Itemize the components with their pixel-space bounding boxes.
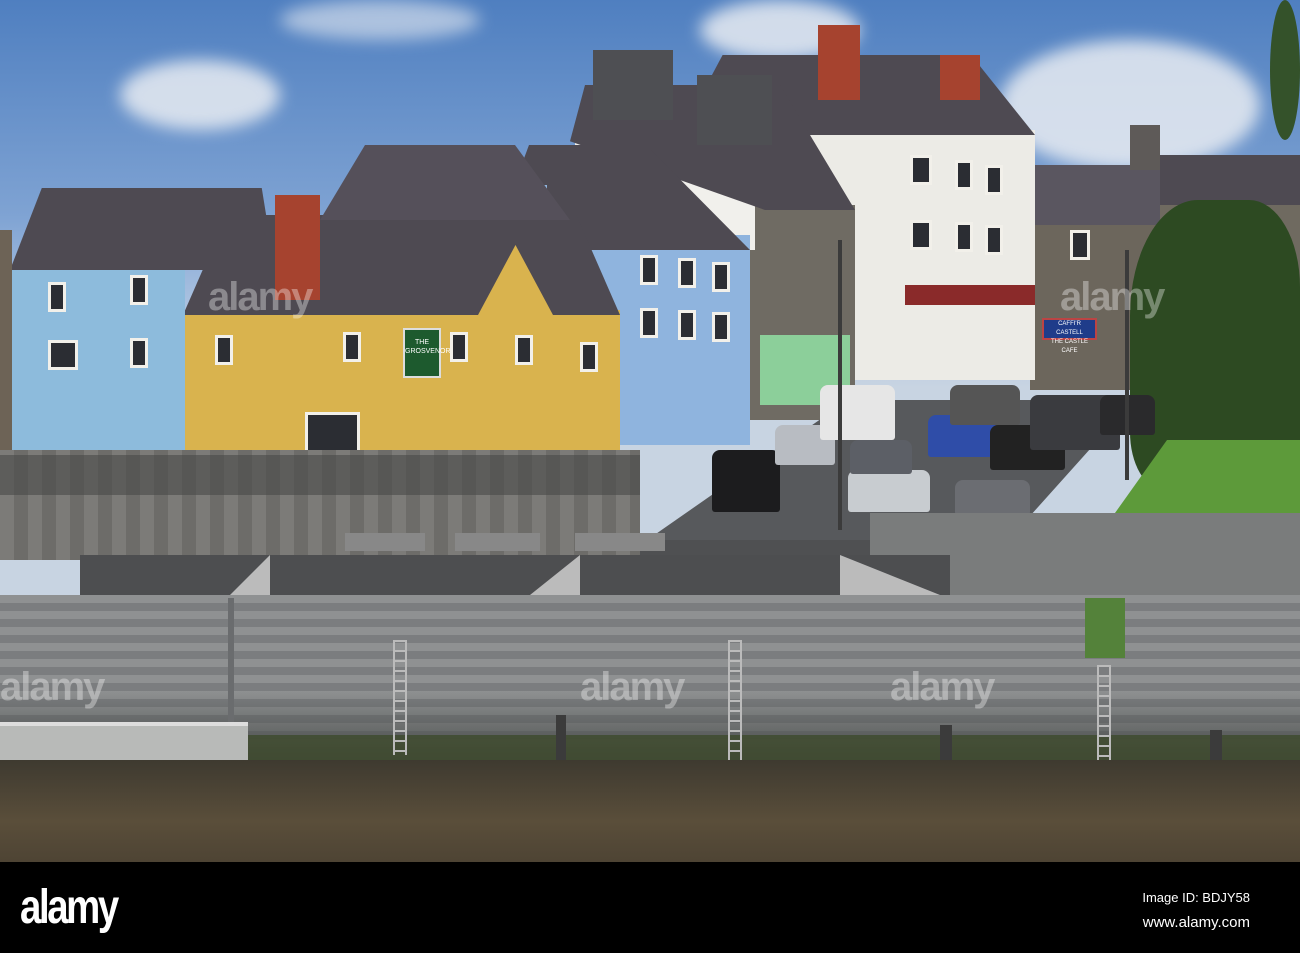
pontoon xyxy=(0,722,248,760)
alamy-url: www.alamy.com xyxy=(1142,914,1250,931)
watermark: alamy xyxy=(890,665,995,709)
cafe-sign-line2: THE CASTLE CAFE xyxy=(1050,339,1088,354)
grosvenor-sign: THE GROSVENOR xyxy=(403,328,451,378)
alamy-logo: alamy xyxy=(20,881,119,934)
footer-bar: alamy Image ID: BDJY58 www.alamy.com xyxy=(0,862,1300,953)
watermark: alamy xyxy=(580,665,685,709)
yellow-house-grosvenor xyxy=(183,310,620,470)
photo-scene: CAFFI'R CASTELL THE CASTLE CAFE THE GROS… xyxy=(0,0,1300,862)
watermark: alamy xyxy=(0,665,105,709)
watermark: alamy xyxy=(208,275,313,319)
cafe-sign: CAFFI'R CASTELL THE CASTLE CAFE xyxy=(1042,318,1097,354)
river-water xyxy=(0,760,1300,862)
terrace-steps xyxy=(80,555,950,597)
watermark: alamy xyxy=(1060,275,1165,319)
blue-house-left xyxy=(10,265,185,470)
cafe-sign-line1: CAFFI'R CASTELL xyxy=(1056,321,1083,336)
image-id: Image ID: BDJY58 xyxy=(1142,890,1250,905)
